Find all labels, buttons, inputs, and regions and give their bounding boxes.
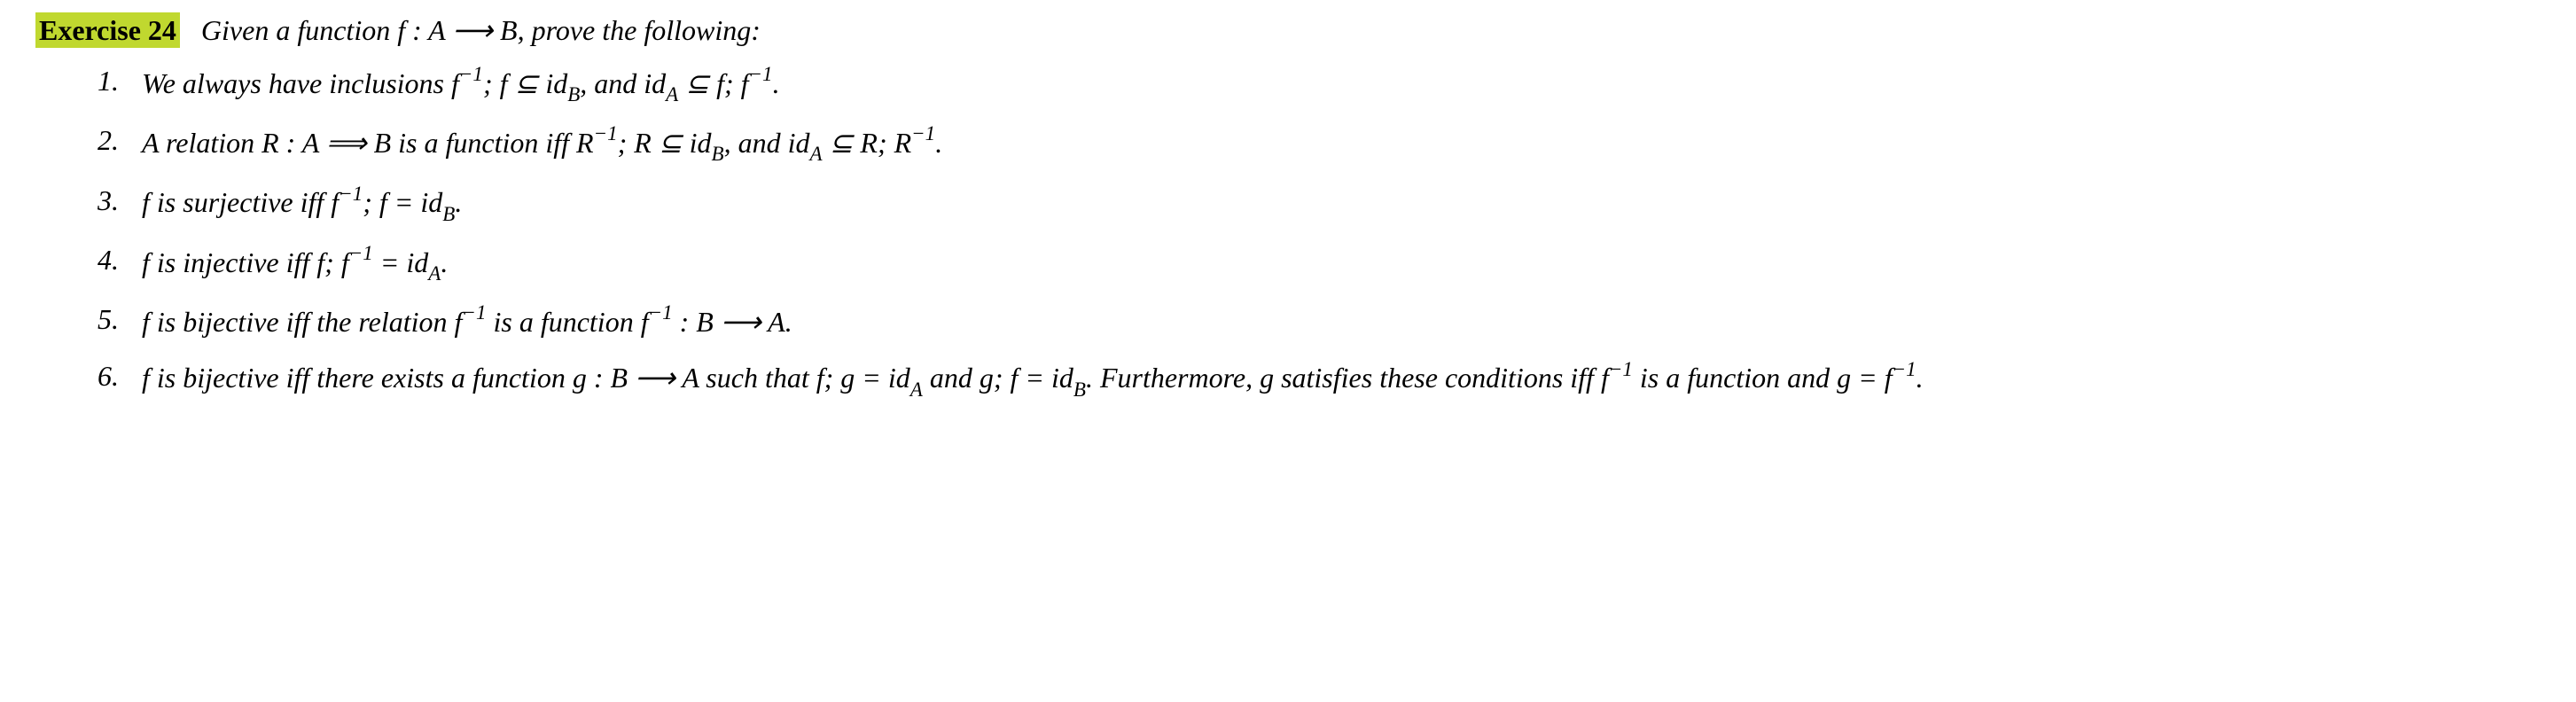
item-number: 6. [98,356,119,396]
exercise-list: 1. We always have inclusions f−1; f ⊆ id… [35,61,2541,402]
item-text: A relation R : A ⟹ B is a function iff R… [142,127,942,159]
item-text: We always have inclusions f−1; f ⊆ idB, … [142,67,780,99]
item-number: 4. [98,240,119,280]
exercise-label: Exercise 24 [35,12,180,48]
item-text: f is injective iff f; f−1 = idA. [142,246,448,278]
list-item: 3. f is surjective iff f−1; f = idB. [98,181,2541,226]
item-number: 2. [98,121,119,160]
item-number: 5. [98,300,119,339]
item-number: 1. [98,61,119,101]
list-item: 1. We always have inclusions f−1; f ⊆ id… [98,61,2541,106]
list-item: 4. f is injective iff f; f−1 = idA. [98,240,2541,285]
list-item: 5. f is bijective iff the relation f−1 i… [98,300,2541,341]
list-item: 6. f is bijective iff there exists a fun… [98,356,2541,402]
exercise-intro: Given a function f : A ⟶ B, prove the fo… [187,14,761,46]
item-number: 3. [98,181,119,221]
exercise-header: Exercise 24 Given a function f : A ⟶ B, … [35,13,2541,47]
item-text: f is surjective iff f−1; f = idB. [142,186,462,218]
list-item: 2. A relation R : A ⟹ B is a function if… [98,121,2541,166]
item-text: f is bijective iff there exists a functi… [142,362,1924,394]
item-text: f is bijective iff the relation f−1 is a… [142,306,792,338]
